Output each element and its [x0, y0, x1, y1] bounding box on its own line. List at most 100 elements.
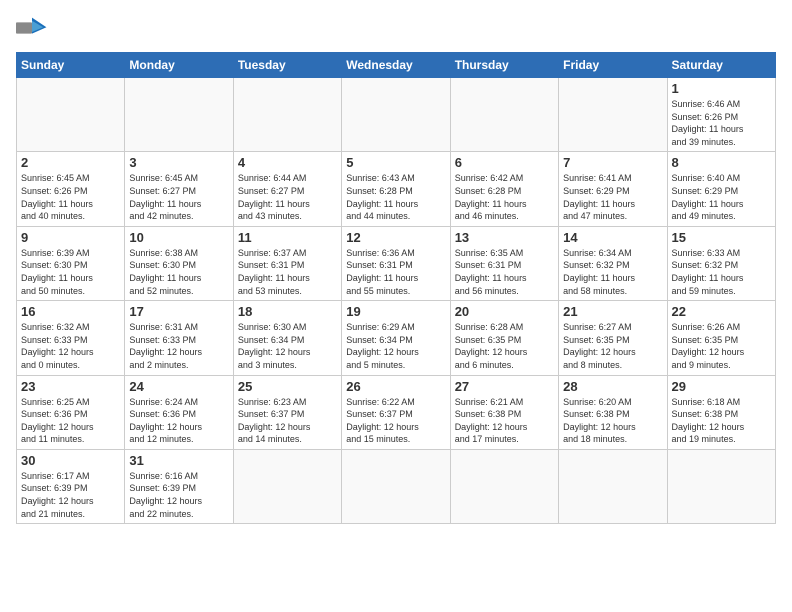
- day-number: 26: [346, 379, 445, 394]
- calendar-cell: 20 Sunrise: 6:28 AM Sunset: 6:35 PM Dayli…: [450, 301, 558, 375]
- day-info: Sunrise: 6:42 AM Sunset: 6:28 PM Dayligh…: [455, 172, 554, 222]
- calendar-cell: 24 Sunrise: 6:24 AM Sunset: 6:36 PM Dayli…: [125, 375, 233, 449]
- day-info: Sunrise: 6:35 AM Sunset: 6:31 PM Dayligh…: [455, 247, 554, 297]
- day-number: 25: [238, 379, 337, 394]
- day-info: Sunrise: 6:45 AM Sunset: 6:26 PM Dayligh…: [21, 172, 120, 222]
- calendar-cell: 21 Sunrise: 6:27 AM Sunset: 6:35 PM Dayli…: [559, 301, 667, 375]
- day-info: Sunrise: 6:38 AM Sunset: 6:30 PM Dayligh…: [129, 247, 228, 297]
- calendar-cell: [667, 449, 775, 523]
- day-info: Sunrise: 6:45 AM Sunset: 6:27 PM Dayligh…: [129, 172, 228, 222]
- day-number: 17: [129, 304, 228, 319]
- day-info: Sunrise: 6:34 AM Sunset: 6:32 PM Dayligh…: [563, 247, 662, 297]
- day-header-monday: Monday: [125, 53, 233, 78]
- calendar-cell: 17 Sunrise: 6:31 AM Sunset: 6:33 PM Dayli…: [125, 301, 233, 375]
- day-info: Sunrise: 6:40 AM Sunset: 6:29 PM Dayligh…: [672, 172, 771, 222]
- calendar-cell: 2Sunrise: 6:45 AM Sunset: 6:26 PM Daylig…: [17, 152, 125, 226]
- day-number: 11: [238, 230, 337, 245]
- calendar-header: SundayMondayTuesdayWednesdayThursdayFrid…: [17, 53, 776, 78]
- day-info: Sunrise: 6:23 AM Sunset: 6:37 PM Dayligh…: [238, 396, 337, 446]
- calendar-week-4: 16Sunrise: 6:32 AM Sunset: 6:33 PM Dayli…: [17, 301, 776, 375]
- day-number: 27: [455, 379, 554, 394]
- calendar-cell: 16Sunrise: 6:32 AM Sunset: 6:33 PM Dayli…: [17, 301, 125, 375]
- calendar-cell: 12Sunrise: 6:36 AM Sunset: 6:31 PM Dayli…: [342, 226, 450, 300]
- day-info: Sunrise: 6:25 AM Sunset: 6:36 PM Dayligh…: [21, 396, 120, 446]
- calendar-cell: 8 Sunrise: 6:40 AM Sunset: 6:29 PM Daylig…: [667, 152, 775, 226]
- header: [16, 16, 776, 40]
- day-info: Sunrise: 6:44 AM Sunset: 6:27 PM Dayligh…: [238, 172, 337, 222]
- day-number: 31: [129, 453, 228, 468]
- calendar-cell: 18 Sunrise: 6:30 AM Sunset: 6:34 PM Dayli…: [233, 301, 341, 375]
- day-info: Sunrise: 6:39 AM Sunset: 6:30 PM Dayligh…: [21, 247, 120, 297]
- day-info: Sunrise: 6:37 AM Sunset: 6:31 PM Dayligh…: [238, 247, 337, 297]
- calendar-cell: 19Sunrise: 6:29 AM Sunset: 6:34 PM Dayli…: [342, 301, 450, 375]
- calendar-cell: 28 Sunrise: 6:20 AM Sunset: 6:38 PM Dayli…: [559, 375, 667, 449]
- day-info: Sunrise: 6:28 AM Sunset: 6:35 PM Dayligh…: [455, 321, 554, 371]
- calendar-week-5: 23 Sunrise: 6:25 AM Sunset: 6:36 PM Dayli…: [17, 375, 776, 449]
- calendar-week-1: 1Sunrise: 6:46 AM Sunset: 6:26 PM Daylig…: [17, 78, 776, 152]
- day-number: 20: [455, 304, 554, 319]
- day-number: 18: [238, 304, 337, 319]
- day-info: Sunrise: 6:22 AM Sunset: 6:37 PM Dayligh…: [346, 396, 445, 446]
- day-number: 15: [672, 230, 771, 245]
- day-header-wednesday: Wednesday: [342, 53, 450, 78]
- calendar-cell: 29 Sunrise: 6:18 AM Sunset: 6:38 PM Dayli…: [667, 375, 775, 449]
- day-info: Sunrise: 6:24 AM Sunset: 6:36 PM Dayligh…: [129, 396, 228, 446]
- calendar-cell: [559, 78, 667, 152]
- day-info: Sunrise: 6:30 AM Sunset: 6:34 PM Dayligh…: [238, 321, 337, 371]
- calendar-body: 1Sunrise: 6:46 AM Sunset: 6:26 PM Daylig…: [17, 78, 776, 524]
- calendar-cell: 15 Sunrise: 6:33 AM Sunset: 6:32 PM Dayli…: [667, 226, 775, 300]
- day-info: Sunrise: 6:16 AM Sunset: 6:39 PM Dayligh…: [129, 470, 228, 520]
- day-info: Sunrise: 6:27 AM Sunset: 6:35 PM Dayligh…: [563, 321, 662, 371]
- day-info: Sunrise: 6:46 AM Sunset: 6:26 PM Dayligh…: [672, 98, 771, 148]
- day-header-thursday: Thursday: [450, 53, 558, 78]
- calendar-cell: [450, 449, 558, 523]
- day-number: 8: [672, 155, 771, 170]
- generalblue-logo-icon: [16, 16, 48, 40]
- day-header-friday: Friday: [559, 53, 667, 78]
- day-number: 12: [346, 230, 445, 245]
- calendar-cell: 3Sunrise: 6:45 AM Sunset: 6:27 PM Daylig…: [125, 152, 233, 226]
- day-info: Sunrise: 6:33 AM Sunset: 6:32 PM Dayligh…: [672, 247, 771, 297]
- calendar-cell: 4Sunrise: 6:44 AM Sunset: 6:27 PM Daylig…: [233, 152, 341, 226]
- calendar-week-2: 2Sunrise: 6:45 AM Sunset: 6:26 PM Daylig…: [17, 152, 776, 226]
- day-info: Sunrise: 6:41 AM Sunset: 6:29 PM Dayligh…: [563, 172, 662, 222]
- calendar-cell: [233, 78, 341, 152]
- day-number: 21: [563, 304, 662, 319]
- day-number: 29: [672, 379, 771, 394]
- day-number: 10: [129, 230, 228, 245]
- day-header-sunday: Sunday: [17, 53, 125, 78]
- calendar-cell: 23 Sunrise: 6:25 AM Sunset: 6:36 PM Dayli…: [17, 375, 125, 449]
- calendar-cell: [17, 78, 125, 152]
- day-info: Sunrise: 6:32 AM Sunset: 6:33 PM Dayligh…: [21, 321, 120, 371]
- calendar-cell: 14 Sunrise: 6:34 AM Sunset: 6:32 PM Dayli…: [559, 226, 667, 300]
- calendar-week-6: 30Sunrise: 6:17 AM Sunset: 6:39 PM Dayli…: [17, 449, 776, 523]
- day-info: Sunrise: 6:31 AM Sunset: 6:33 PM Dayligh…: [129, 321, 228, 371]
- calendar-cell: [450, 78, 558, 152]
- day-info: Sunrise: 6:43 AM Sunset: 6:28 PM Dayligh…: [346, 172, 445, 222]
- day-number: 13: [455, 230, 554, 245]
- calendar-cell: [125, 78, 233, 152]
- calendar-cell: 1Sunrise: 6:46 AM Sunset: 6:26 PM Daylig…: [667, 78, 775, 152]
- day-number: 7: [563, 155, 662, 170]
- calendar-cell: 6Sunrise: 6:42 AM Sunset: 6:28 PM Daylig…: [450, 152, 558, 226]
- logo: [16, 16, 52, 40]
- calendar-cell: [559, 449, 667, 523]
- day-number: 14: [563, 230, 662, 245]
- day-info: Sunrise: 6:18 AM Sunset: 6:38 PM Dayligh…: [672, 396, 771, 446]
- calendar-cell: 25 Sunrise: 6:23 AM Sunset: 6:37 PM Dayli…: [233, 375, 341, 449]
- day-info: Sunrise: 6:20 AM Sunset: 6:38 PM Dayligh…: [563, 396, 662, 446]
- day-header-saturday: Saturday: [667, 53, 775, 78]
- calendar-cell: 11 Sunrise: 6:37 AM Sunset: 6:31 PM Dayli…: [233, 226, 341, 300]
- day-info: Sunrise: 6:29 AM Sunset: 6:34 PM Dayligh…: [346, 321, 445, 371]
- calendar-cell: [342, 449, 450, 523]
- calendar-cell: 27 Sunrise: 6:21 AM Sunset: 6:38 PM Dayli…: [450, 375, 558, 449]
- day-number: 28: [563, 379, 662, 394]
- calendar-cell: 26 Sunrise: 6:22 AM Sunset: 6:37 PM Dayli…: [342, 375, 450, 449]
- calendar-cell: 10 Sunrise: 6:38 AM Sunset: 6:30 PM Dayli…: [125, 226, 233, 300]
- day-number: 24: [129, 379, 228, 394]
- calendar-cell: 5Sunrise: 6:43 AM Sunset: 6:28 PM Daylig…: [342, 152, 450, 226]
- day-number: 23: [21, 379, 120, 394]
- day-info: Sunrise: 6:21 AM Sunset: 6:38 PM Dayligh…: [455, 396, 554, 446]
- day-number: 30: [21, 453, 120, 468]
- calendar-cell: 13 Sunrise: 6:35 AM Sunset: 6:31 PM Dayli…: [450, 226, 558, 300]
